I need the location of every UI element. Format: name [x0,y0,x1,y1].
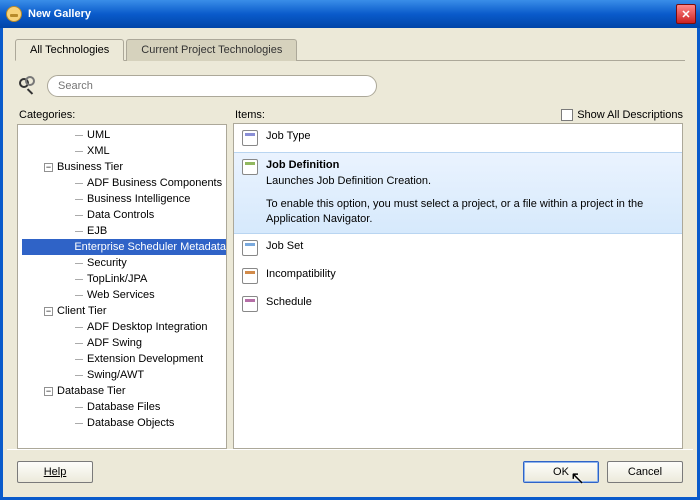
category-node[interactable]: Security [22,255,226,271]
close-button[interactable]: ✕ [676,4,696,24]
tab-label: All Technologies [30,44,109,56]
item-title: Job Set [266,240,303,252]
category-node[interactable]: Web Services [22,287,226,303]
category-label: Business Intelligence [87,193,190,205]
item-row[interactable]: Job Type [234,124,682,152]
show-all-descriptions-checkbox[interactable] [561,109,573,121]
category-label: Web Services [87,289,155,301]
category-label: Security [87,257,127,269]
items-pane: Items: Show All Descriptions Job TypeJob… [233,107,683,449]
categories-tree[interactable]: UMLXML−Business TierADF Business Compone… [18,125,226,448]
item-title: Job Type [266,130,310,142]
cursor-icon: ↖ [570,468,585,489]
item-hint: To enable this option, you must select a… [266,197,674,227]
category-node[interactable]: Database Files [22,399,226,415]
search-input[interactable] [47,75,377,97]
item-icon [242,130,258,146]
item-icon [242,268,258,284]
category-node[interactable]: Database Objects [22,415,226,431]
cancel-button[interactable]: Cancel [607,461,683,483]
dialog-footer: Help OK ↖ Cancel [7,449,693,493]
category-node[interactable]: ADF Business Components [22,175,226,191]
items-label: Items: [233,107,561,123]
category-label: Enterprise Scheduler Metadata [74,241,226,253]
category-node[interactable]: Data Controls [22,207,226,223]
category-label: ADF Business Components [87,177,222,189]
category-node[interactable]: −Client Tier [22,303,226,319]
search-row [17,75,683,97]
tab-current-project-technologies[interactable]: Current Project Technologies [126,39,297,61]
category-label: Client Tier [57,305,107,317]
category-label: Data Controls [87,209,154,221]
window-title: New Gallery [28,8,676,20]
category-node[interactable]: UML [22,127,226,143]
expand-toggle-icon[interactable]: − [44,163,53,172]
tab-strip: All Technologies Current Project Technol… [15,38,693,60]
item-icon [242,296,258,312]
help-button[interactable]: Help [17,461,93,483]
app-icon [6,6,22,22]
items-list[interactable]: Job Type Job Definition Launches Job Defin… [233,123,683,449]
category-label: ADF Swing [87,337,142,349]
item-row[interactable]: Job Set [234,234,682,262]
category-node[interactable]: TopLink/JPA [22,271,226,287]
category-node[interactable]: −Business Tier [22,159,226,175]
category-label: Extension Development [87,353,203,365]
item-title: Schedule [266,296,312,308]
category-node[interactable]: Swing/AWT [22,367,226,383]
expand-toggle-icon[interactable]: − [44,387,53,396]
category-label: Database Tier [57,385,125,397]
category-label: Database Files [87,401,160,413]
ok-button[interactable]: OK ↖ [523,461,599,483]
category-label: UML [87,129,110,141]
category-label: Business Tier [57,161,123,173]
category-node[interactable]: Business Intelligence [22,191,226,207]
categories-pane: Categories: UMLXML−Business TierADF Busi… [17,107,227,449]
category-node[interactable]: EJB [22,223,226,239]
category-node[interactable]: ADF Desktop Integration [22,319,226,335]
item-title: Incompatibility [266,268,336,280]
item-description: Launches Job Definition Creation. [266,175,674,187]
item-row[interactable]: Schedule [234,290,682,318]
expand-toggle-icon[interactable]: − [44,307,53,316]
category-label: ADF Desktop Integration [87,321,207,333]
category-label: EJB [87,225,107,237]
item-icon [242,159,258,175]
title-bar: New Gallery ✕ [0,0,700,28]
category-node[interactable]: XML [22,143,226,159]
category-label: XML [87,145,110,157]
category-label: Database Objects [87,417,174,429]
binoculars-icon [17,76,41,96]
category-label: Swing/AWT [87,369,144,381]
tab-all-technologies[interactable]: All Technologies [15,39,124,61]
item-title: Job Definition [266,159,674,171]
show-all-descriptions-label: Show All Descriptions [577,109,683,121]
category-node[interactable]: Enterprise Scheduler Metadata [22,239,226,255]
item-row[interactable]: Job Definition Launches Job Definition Cr… [234,152,682,234]
tab-label: Current Project Technologies [141,44,282,56]
category-label: TopLink/JPA [87,273,147,285]
category-node[interactable]: −Database Tier [22,383,226,399]
close-icon: ✕ [681,8,690,21]
item-row[interactable]: Incompatibility [234,262,682,290]
category-node[interactable]: ADF Swing [22,335,226,351]
category-node[interactable]: Extension Development [22,351,226,367]
item-icon [242,240,258,256]
categories-label: Categories: [17,107,227,124]
dialog-body: All Technologies Current Project Technol… [0,28,700,500]
